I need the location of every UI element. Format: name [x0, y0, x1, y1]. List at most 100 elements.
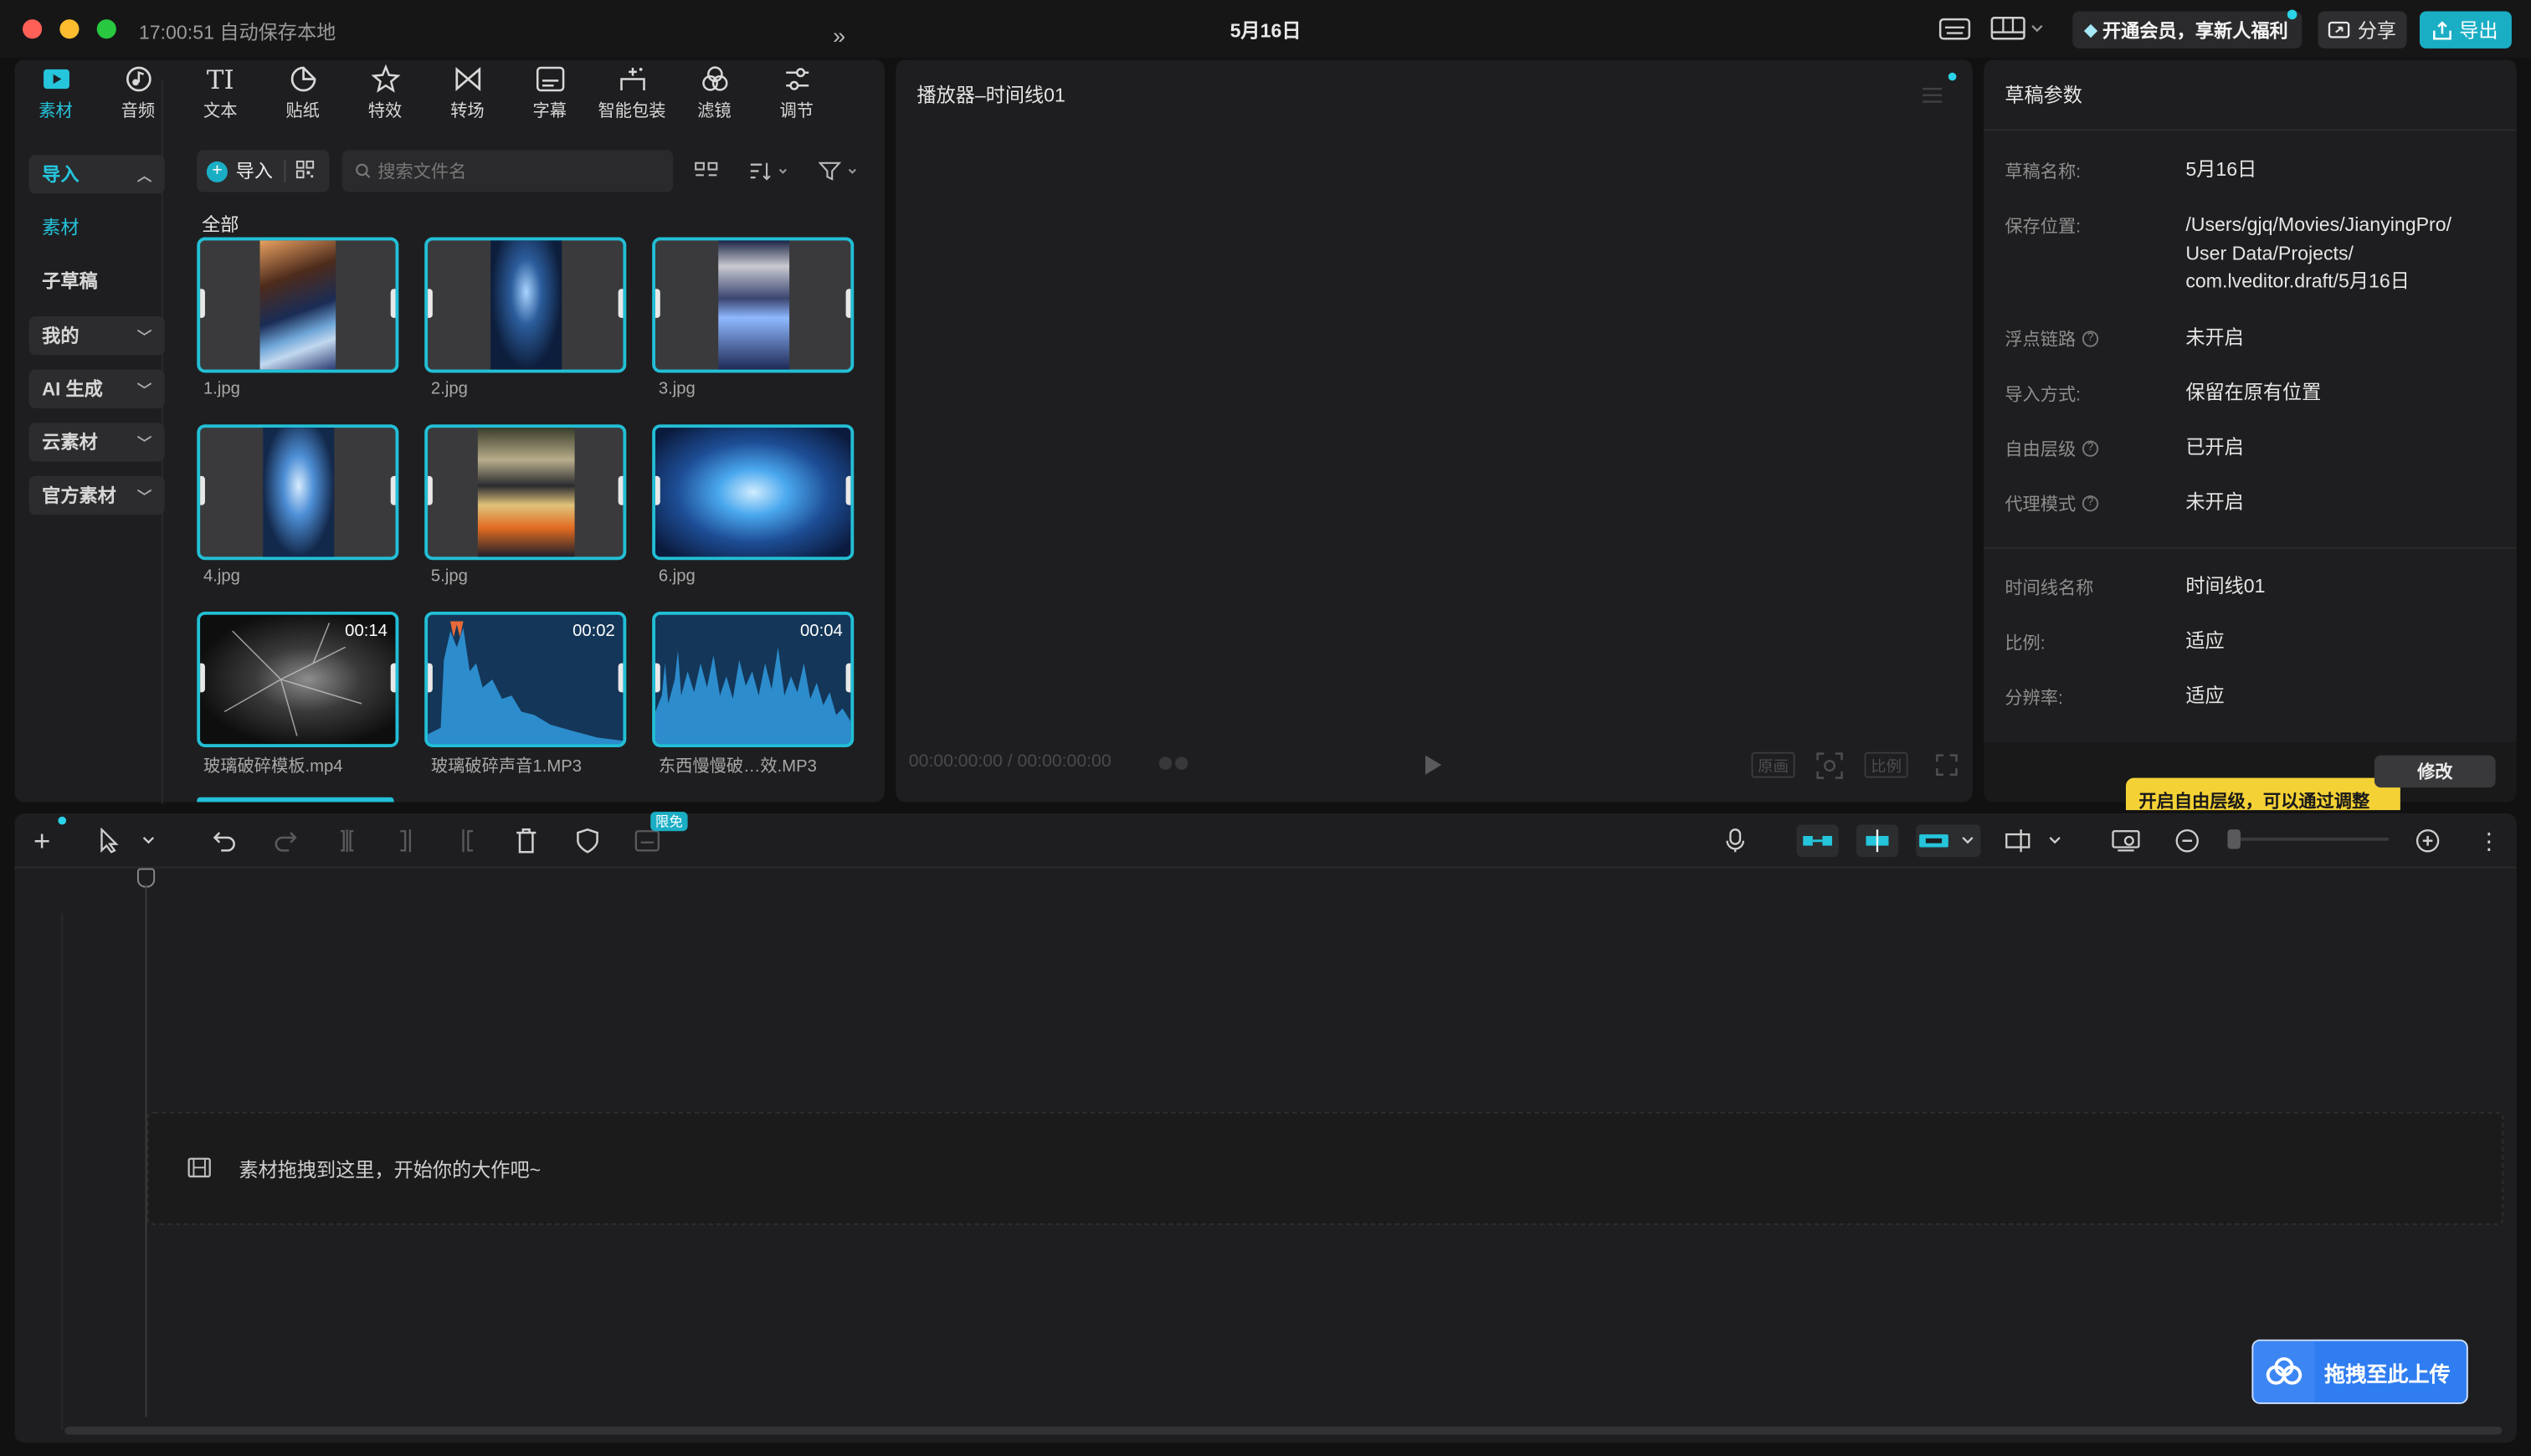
tool-subtitle[interactable]: 字幕 [509, 59, 591, 131]
shortcut-keyboard-icon[interactable] [1937, 13, 1972, 45]
media-card[interactable]: 00:02 [424, 611, 627, 747]
media-card[interactable] [197, 424, 399, 561]
help-icon[interactable]: ? [2082, 331, 2099, 347]
import-button[interactable]: + 导入 [197, 150, 330, 192]
trim-handle-right[interactable] [390, 663, 396, 693]
trim-handle-left[interactable] [200, 289, 205, 318]
zoom-slider-knob[interactable] [2227, 829, 2241, 849]
fullscreen-icon[interactable] [1935, 754, 1958, 785]
trim-right-icon[interactable] [452, 825, 481, 858]
sidebar-item-subdraft[interactable]: 子草稿 [29, 261, 165, 300]
tool-audio[interactable]: 音频 [97, 59, 179, 131]
select-tool-icon[interactable] [94, 825, 162, 858]
modify-button[interactable]: 修改 [2374, 755, 2496, 788]
close-window-button[interactable] [23, 19, 43, 39]
linkage-icon[interactable] [1916, 824, 1981, 858]
help-icon[interactable]: ? [2082, 440, 2099, 457]
media-card[interactable]: 00:04 [652, 611, 855, 747]
tool-smart-pack[interactable]: 智能包装 [591, 59, 673, 131]
split-icon[interactable] [332, 825, 362, 858]
minimize-window-button[interactable] [59, 19, 80, 39]
sort-icon[interactable] [749, 156, 791, 186]
media-card-partial[interactable] [197, 797, 394, 802]
marker-shield-icon[interactable] [573, 825, 603, 858]
trim-handle-left[interactable] [428, 475, 433, 505]
main-track-magnet-icon[interactable] [1796, 824, 1839, 858]
more-tools-icon[interactable]: » [833, 23, 845, 49]
delete-icon[interactable] [511, 825, 541, 858]
trim-handle-left[interactable] [655, 663, 660, 693]
trim-handle-right[interactable] [845, 475, 851, 505]
sidebar-item-import[interactable]: 导入 ︿ [28, 155, 165, 194]
undo-icon[interactable] [210, 825, 239, 858]
properties-divider [1984, 546, 2517, 549]
sidebar-item-official[interactable]: 官方素材 ﹀ [28, 475, 165, 515]
filter-funnel-icon[interactable] [818, 156, 860, 186]
media-name: 4.jpg [203, 566, 240, 587]
film-strip-icon [187, 1157, 212, 1187]
trim-handle-right[interactable] [390, 475, 396, 505]
media-card[interactable] [424, 237, 627, 373]
trim-handle-right[interactable] [618, 475, 624, 505]
media-card[interactable] [652, 424, 855, 561]
timeline-preview-icon[interactable] [2110, 825, 2143, 858]
trim-handle-right[interactable] [390, 289, 396, 318]
sidebar-item-ai-generate[interactable]: AI 生成 ﹀ [28, 369, 165, 408]
export-button[interactable]: 导出 [2419, 11, 2512, 49]
timeline-scrollbar[interactable] [64, 1426, 2503, 1435]
media-card[interactable]: 00:14 [197, 611, 399, 747]
sidebar-item-cloud[interactable]: 云素材 ﹀ [28, 423, 165, 462]
layout-switch-icon[interactable] [1990, 13, 2048, 45]
media-card[interactable] [652, 237, 855, 373]
player-viewport[interactable] [896, 129, 1972, 742]
vip-upgrade-button[interactable]: ◆ 开通会员，享新人福利 [2072, 9, 2303, 49]
microphone-icon[interactable] [1721, 825, 1750, 858]
sidebar-item-mine[interactable]: 我的 ﹀ [28, 316, 165, 356]
trim-handle-left[interactable] [655, 475, 660, 505]
player-control-icon[interactable] [1156, 752, 1194, 775]
zoom-out-icon[interactable] [2173, 825, 2202, 858]
original-quality-button[interactable]: 原画 [1751, 751, 1795, 778]
zoom-slider[interactable] [2227, 837, 2390, 841]
media-card[interactable] [197, 237, 399, 373]
trim-handle-left[interactable] [428, 289, 433, 318]
sidebar-item-media[interactable]: 素材 [29, 208, 165, 247]
trim-handle-right[interactable] [845, 663, 851, 693]
trim-handle-left[interactable] [200, 663, 205, 693]
tool-effects[interactable]: 特效 [344, 59, 426, 131]
play-button[interactable] [1424, 754, 1443, 785]
trim-handle-right[interactable] [618, 663, 624, 693]
drag-upload-button[interactable]: 拖拽至此上传 [2251, 1339, 2468, 1404]
search-input[interactable]: 搜索文件名 [341, 150, 674, 192]
tool-text[interactable]: TI 文本 [179, 59, 261, 131]
trim-handle-right[interactable] [845, 289, 851, 318]
fit-screen-icon[interactable] [1816, 752, 1844, 787]
media-name: 玻璃破碎声音1.MP3 [430, 756, 582, 777]
ratio-button[interactable]: 比例 [1864, 751, 1908, 778]
tool-label: 智能包装 [598, 101, 666, 121]
trim-handle-left[interactable] [655, 289, 660, 318]
add-track-icon[interactable]: + [28, 824, 57, 858]
qr-code-icon[interactable] [295, 159, 315, 183]
trim-handle-left[interactable] [200, 475, 205, 505]
player-menu-icon[interactable] [1921, 84, 1943, 113]
tool-media[interactable]: 素材 [14, 59, 96, 131]
tool-sticker[interactable]: 贴纸 [261, 59, 343, 131]
more-options-icon[interactable]: ⋮ [2477, 825, 2500, 858]
media-name: 6.jpg [658, 566, 696, 587]
tool-transition[interactable]: 转场 [426, 59, 508, 131]
help-icon[interactable]: ? [2082, 495, 2099, 512]
tool-filter[interactable]: 滤镜 [673, 59, 755, 131]
media-card[interactable] [424, 424, 627, 561]
grid-view-icon[interactable] [694, 156, 718, 186]
trim-handle-left[interactable] [428, 663, 433, 693]
auto-snap-icon[interactable] [1856, 824, 1899, 858]
tool-adjust[interactable]: 调节 [756, 59, 838, 131]
trim-left-icon[interactable] [393, 825, 422, 858]
zoom-in-icon[interactable] [2413, 825, 2442, 858]
preview-axis-icon[interactable] [2003, 825, 2067, 858]
share-button[interactable]: 分享 [2318, 11, 2407, 49]
maximize-window-button[interactable] [96, 19, 116, 39]
trim-handle-right[interactable] [618, 289, 624, 318]
redo-icon[interactable] [271, 825, 300, 858]
